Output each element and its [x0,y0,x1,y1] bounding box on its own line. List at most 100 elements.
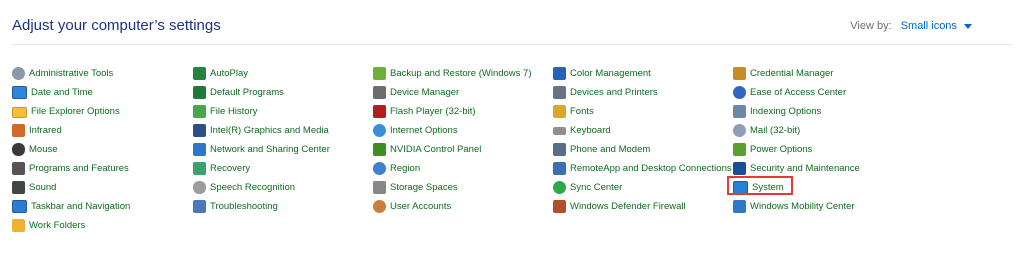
item-label: Power Options [750,143,813,155]
item-system[interactable]: System [733,179,784,195]
item-credential-manager[interactable]: Credential Manager [733,65,833,81]
item-devices-and-printers[interactable]: Devices and Printers [553,84,658,100]
item-keyboard[interactable]: Keyboard [553,122,611,138]
sync-icon [553,180,566,194]
item-label: Indexing Options [750,105,822,117]
item-label: RemoteApp and Desktop Connections [570,162,732,174]
item-label: Administrative Tools [29,67,114,79]
item-label: Mail (32-bit) [750,124,801,136]
users-icon [373,199,386,213]
infrared-icon [12,123,25,137]
item-label: Mouse [29,143,58,155]
item-taskbar-and-navigation[interactable]: Taskbar and Navigation [12,198,130,214]
item-power-options[interactable]: Power Options [733,141,812,157]
item-region[interactable]: Region [373,160,420,176]
ease-of-access-icon [733,85,746,99]
mail-icon [733,123,746,137]
item-label: Recovery [210,162,251,174]
item-programs-and-features[interactable]: Programs and Features [12,160,129,176]
item-intel-graphics[interactable]: Intel(R) Graphics and Media [193,122,329,138]
item-file-explorer-options[interactable]: File Explorer Options [12,103,120,119]
item-default-programs[interactable]: Default Programs [193,84,284,100]
item-label: Programs and Features [29,162,129,174]
item-file-history[interactable]: File History [193,103,258,119]
item-label: Troubleshooting [210,200,278,212]
backup-icon [373,66,386,80]
item-date-and-time[interactable]: Date and Time [12,84,93,100]
item-administrative-tools[interactable]: Administrative Tools [12,65,113,81]
item-label: NVIDIA Control Panel [390,143,482,155]
calendar-icon [12,85,27,99]
power-icon [733,142,746,156]
item-flash-player[interactable]: Flash Player (32-bit) [373,103,476,119]
item-color-management[interactable]: Color Management [553,65,651,81]
item-label: Infrared [29,124,62,136]
chevron-down-icon[interactable] [964,23,972,29]
view-by-label: View by: [850,20,892,32]
item-defender-firewall[interactable]: Windows Defender Firewall [553,198,686,214]
item-windows-mobility-center[interactable]: Windows Mobility Center [733,198,855,214]
remote-desktop-icon [553,161,566,175]
mouse-icon [12,142,25,156]
item-label: Windows Mobility Center [750,200,855,212]
item-label: Sync Center [570,181,623,193]
credential-icon [733,66,746,80]
item-mail[interactable]: Mail (32-bit) [733,122,800,138]
globe-icon [373,123,386,137]
item-sound[interactable]: Sound [12,179,56,195]
item-work-folders[interactable]: Work Folders [12,217,85,233]
item-nvidia-control-panel[interactable]: NVIDIA Control Panel [373,141,481,157]
view-by-dropdown[interactable]: Small icons [901,20,972,32]
item-internet-options[interactable]: Internet Options [373,122,458,138]
network-icon [193,142,206,156]
item-infrared[interactable]: Infrared [12,122,62,138]
item-security-and-maintenance[interactable]: Security and Maintenance [733,160,860,176]
item-speech-recognition[interactable]: Speech Recognition [193,179,295,195]
device-manager-icon [373,85,386,99]
fonts-icon [553,104,566,118]
item-backup-and-restore[interactable]: Backup and Restore (Windows 7) [373,65,532,81]
programs-icon [12,161,25,175]
item-device-manager[interactable]: Device Manager [373,84,459,100]
item-indexing-options[interactable]: Indexing Options [733,103,821,119]
color-management-icon [553,66,566,80]
item-label: Devices and Printers [570,86,658,98]
work-folder-icon [12,218,25,232]
mobility-center-icon [733,199,746,213]
item-label: File History [210,105,258,117]
troubleshooting-icon [193,199,206,213]
item-fonts[interactable]: Fonts [553,103,594,119]
item-label: Taskbar and Navigation [31,200,131,212]
indexing-icon [733,104,746,118]
phone-icon [553,142,566,156]
view-by-value[interactable]: Small icons [901,20,957,32]
item-label: Keyboard [570,124,611,136]
item-ease-of-access[interactable]: Ease of Access Center [733,84,846,100]
item-autoplay[interactable]: AutoPlay [193,65,248,81]
system-monitor-icon [733,180,748,194]
item-user-accounts[interactable]: User Accounts [373,198,451,214]
item-network-and-sharing[interactable]: Network and Sharing Center [193,141,330,157]
item-label: Ease of Access Center [750,86,847,98]
item-troubleshooting[interactable]: Troubleshooting [193,198,278,214]
item-remoteapp[interactable]: RemoteApp and Desktop Connections [553,160,732,176]
item-recovery[interactable]: Recovery [193,160,250,176]
item-sync-center[interactable]: Sync Center [553,179,622,195]
item-label: Phone and Modem [570,143,651,155]
item-label: Date and Time [31,86,93,98]
item-label: Speech Recognition [210,181,296,193]
item-label: Device Manager [390,86,460,98]
item-label: Flash Player (32-bit) [390,105,476,117]
item-label: Internet Options [390,124,458,136]
taskbar-icon [12,199,27,213]
item-storage-spaces[interactable]: Storage Spaces [373,179,458,195]
item-label: Fonts [570,105,594,117]
item-mouse[interactable]: Mouse [12,141,58,157]
item-phone-and-modem[interactable]: Phone and Modem [553,141,650,157]
header: Adjust your computer’s settings View by:… [12,17,1012,37]
region-icon [373,161,386,175]
header-divider [12,44,1012,45]
flash-icon [373,104,386,118]
default-programs-icon [193,85,206,99]
item-label: Backup and Restore (Windows 7) [390,67,532,79]
